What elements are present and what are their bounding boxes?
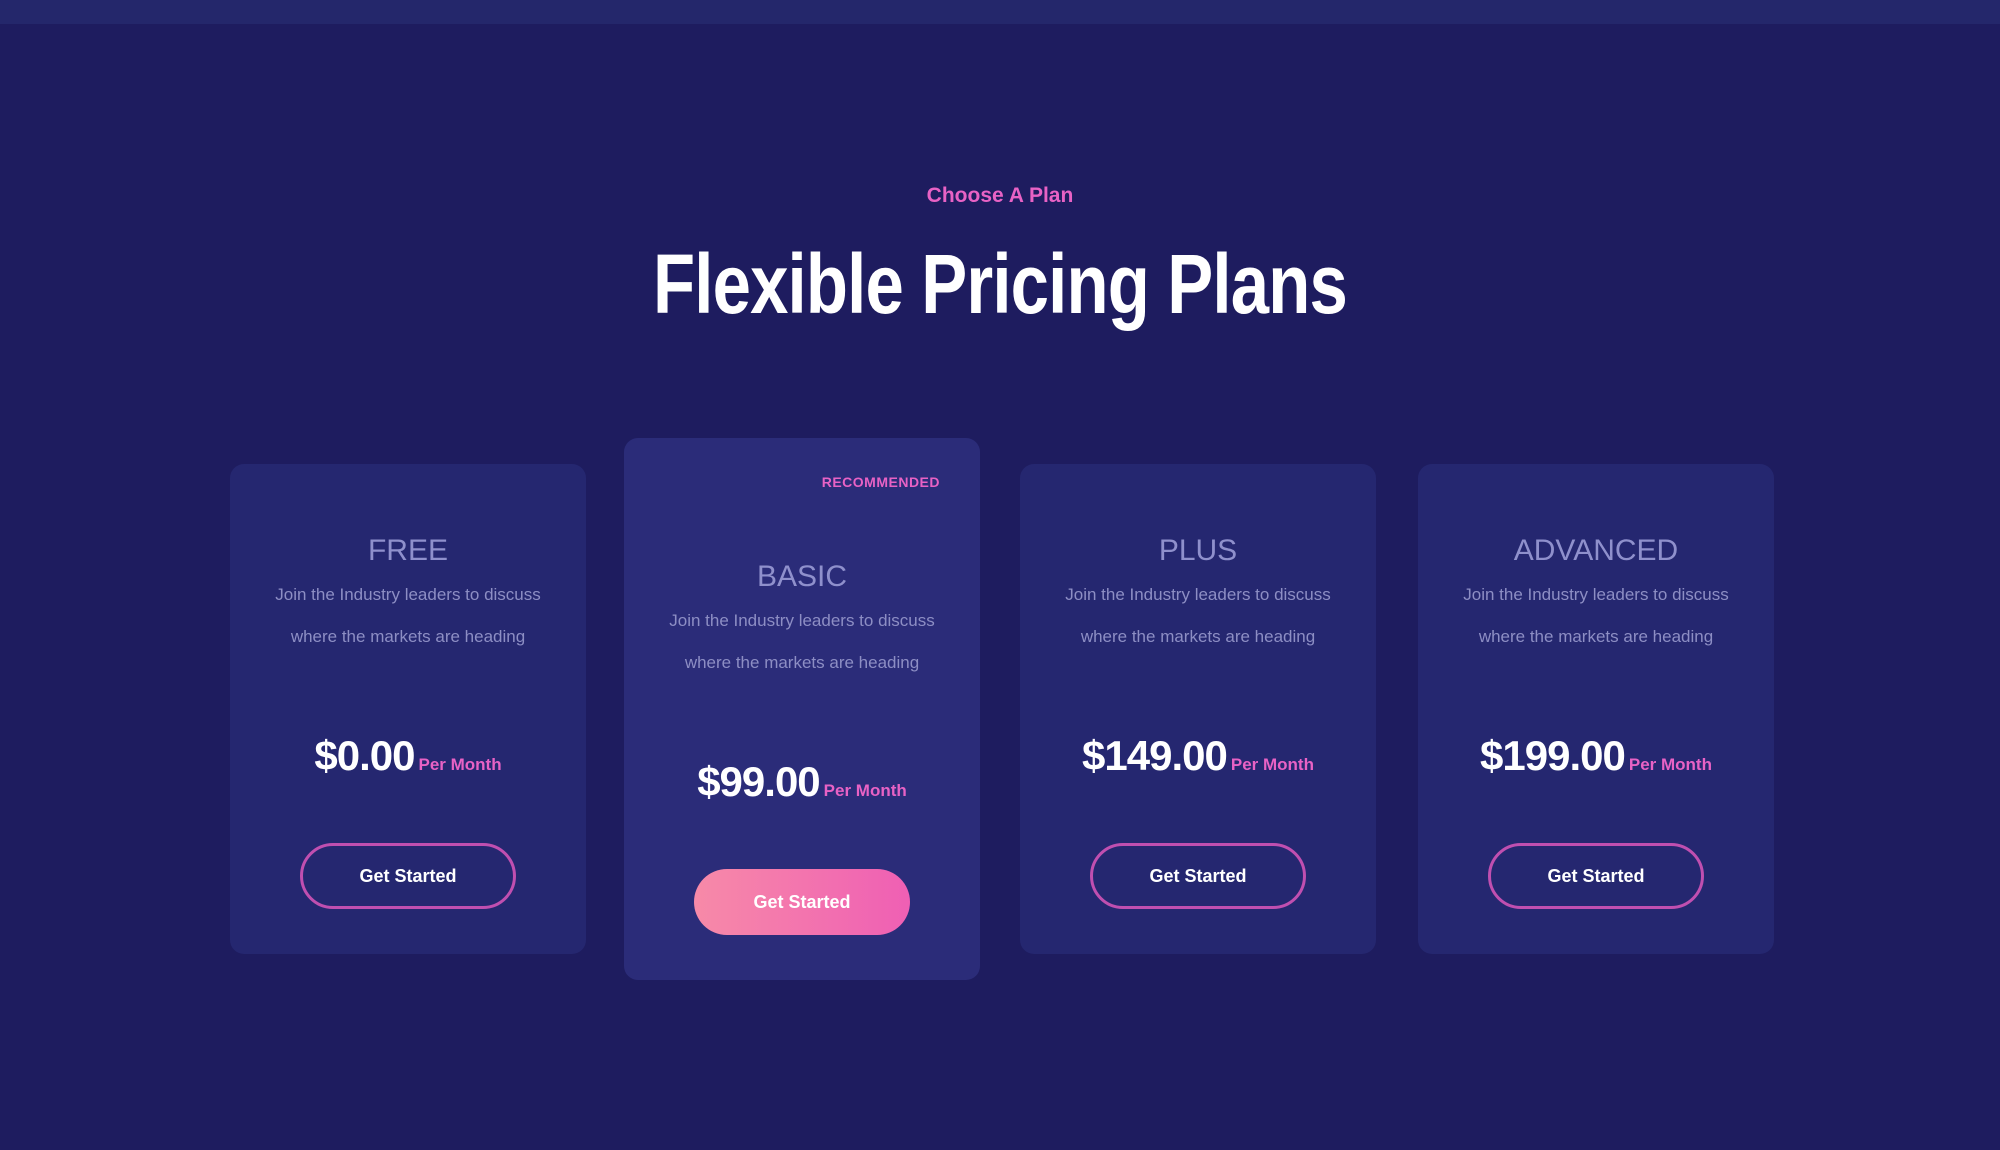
pricing-section: Choose A Plan Flexible Pricing Plans FRE…: [0, 24, 2000, 1150]
get-started-button-basic[interactable]: Get Started: [694, 869, 910, 935]
plan-price-row: $0.00 Per Month: [230, 732, 586, 780]
plan-price: $199.00: [1480, 732, 1626, 779]
plan-price-row: $149.00 Per Month: [1020, 732, 1376, 780]
top-bar: [0, 0, 2000, 24]
plan-price: $99.00: [697, 758, 820, 805]
plan-description: Join the Industry leaders to discuss whe…: [275, 585, 541, 646]
plan-name: ADVANCED: [1513, 534, 1679, 567]
plan-description: Join the Industry leaders to discuss whe…: [669, 611, 935, 672]
plan-price: $149.00: [1082, 732, 1228, 779]
plan-name: FREE: [367, 534, 448, 567]
pricing-card-plus: PLUS Join the Industry leaders to discus…: [1020, 464, 1376, 954]
plan-price: $0.00: [314, 732, 415, 779]
get-started-button-advanced[interactable]: Get Started: [1488, 843, 1704, 909]
get-started-button-plus[interactable]: Get Started: [1090, 843, 1306, 909]
plan-period: Per Month: [418, 755, 502, 774]
plan-period: Per Month: [1628, 755, 1712, 774]
pricing-card-free: FREE Join the Industry leaders to discus…: [230, 464, 586, 954]
pricing-card-advanced: ADVANCED Join the Industry leaders to di…: [1418, 464, 1774, 954]
plan-period: Per Month: [1230, 755, 1314, 774]
plan-price-row: $199.00 Per Month: [1418, 732, 1774, 780]
pricing-card-basic: RECOMMENDED BASIC Join the Industry lead…: [624, 438, 980, 980]
plan-name: PLUS: [1158, 534, 1238, 567]
plan-description: Join the Industry leaders to discuss whe…: [1065, 585, 1331, 646]
plan-period: Per Month: [823, 781, 907, 800]
plan-name: BASIC: [756, 560, 848, 593]
recommended-badge: RECOMMENDED: [821, 474, 940, 490]
get-started-button-free[interactable]: Get Started: [300, 843, 516, 909]
plan-description: Join the Industry leaders to discuss whe…: [1463, 585, 1729, 646]
plan-price-row: $99.00 Per Month: [624, 758, 980, 806]
pricing-cards: FREE Join the Industry leaders to discus…: [0, 24, 2000, 1150]
